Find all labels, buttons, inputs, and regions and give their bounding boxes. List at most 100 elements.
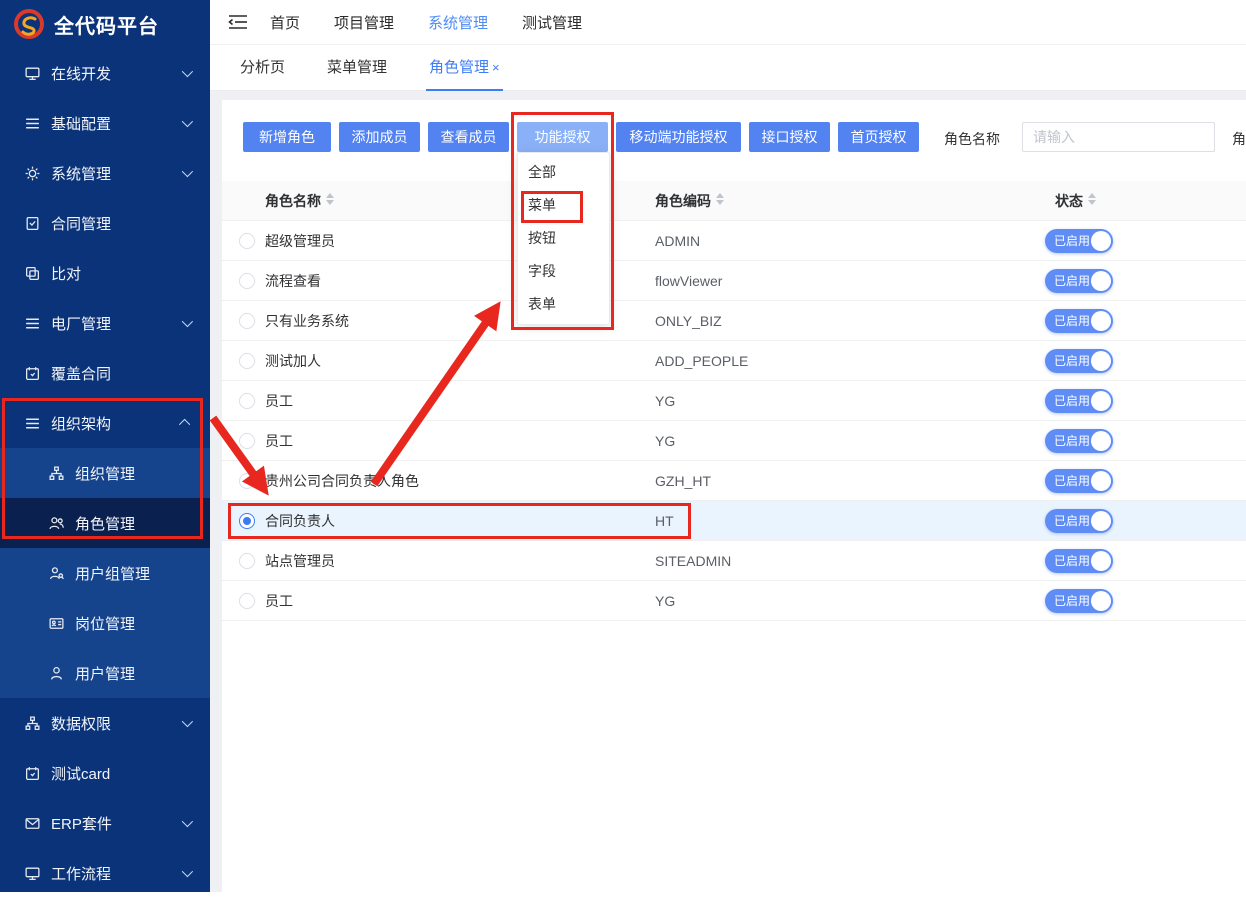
sidebar-item-label: 工作流程 (51, 863, 111, 884)
nav-item-project-mgmt[interactable]: 项目管理 (334, 12, 394, 33)
sidebar-item-org-structure[interactable]: 组织架构 (0, 398, 210, 448)
table-row[interactable]: 流程查看 flowViewer 已启用 (222, 261, 1246, 301)
sidebar-item-label: 在线开发 (51, 63, 111, 84)
sidebar: 全代码平台 在线开发 基础配置 系统管理 合同管理 比对 电厂管理 覆盖合同 组… (0, 0, 210, 892)
calendar-icon (24, 765, 41, 782)
column-header-role-name[interactable]: 角色名称 (265, 181, 334, 221)
role-name-cell: 员工 (265, 581, 293, 621)
sidebar-item-post-mgmt[interactable]: 岗位管理 (0, 598, 210, 648)
dropdown-item-button[interactable]: 按钮 (518, 222, 609, 255)
table-row[interactable]: 员工 YG 已启用 (222, 421, 1246, 461)
sidebar-item-data-permission[interactable]: 数据权限 (0, 698, 210, 748)
add-role-button[interactable]: 新增角色 (243, 122, 331, 152)
chevron-down-icon (182, 166, 193, 177)
row-radio[interactable] (239, 273, 255, 289)
sidebar-item-workflow[interactable]: 工作流程 (0, 848, 210, 898)
function-auth-button[interactable]: 功能授权 (517, 122, 608, 152)
status-toggle[interactable]: 已启用 (1045, 589, 1113, 613)
view-members-button[interactable]: 查看成员 (428, 122, 509, 152)
user-icon (48, 665, 65, 682)
chevron-down-icon (182, 866, 193, 877)
list-icon (24, 415, 41, 432)
sidebar-item-user-group-mgmt[interactable]: 用户组管理 (0, 548, 210, 598)
calendar-icon (24, 365, 41, 382)
role-code-cell: SITEADMIN (655, 541, 731, 581)
sidebar-item-basic-config[interactable]: 基础配置 (0, 98, 210, 148)
close-tab-icon[interactable]: × (492, 60, 500, 75)
sidebar-item-role-mgmt[interactable]: 角色管理 (0, 498, 210, 548)
tab-analysis[interactable]: 分析页 (237, 45, 288, 91)
row-radio[interactable] (239, 473, 255, 489)
nav-item-system-mgmt[interactable]: 系统管理 (428, 12, 488, 33)
status-toggle[interactable]: 已启用 (1045, 269, 1113, 293)
row-radio[interactable] (239, 313, 255, 329)
sidebar-item-user-mgmt[interactable]: 用户管理 (0, 648, 210, 698)
chevron-up-icon (179, 419, 190, 430)
id-card-icon (48, 615, 65, 632)
row-radio[interactable] (239, 433, 255, 449)
add-member-button[interactable]: 添加成员 (339, 122, 420, 152)
table-row[interactable]: 贵州公司合同负责人角色 GZH_HT 已启用 (222, 461, 1246, 501)
table-row-selected[interactable]: 合同负责人 HT 已启用 (222, 501, 1246, 541)
sort-icon[interactable] (716, 193, 724, 205)
table-row[interactable]: 员工 YG 已启用 (222, 581, 1246, 621)
monitor-icon (24, 65, 41, 82)
status-toggle[interactable]: 已启用 (1045, 349, 1113, 373)
sidebar-item-power-plant-mgmt[interactable]: 电厂管理 (0, 298, 210, 348)
top-header: 首页 项目管理 系统管理 测试管理 (210, 0, 1246, 45)
sidebar-item-test-card[interactable]: 测试card (0, 748, 210, 798)
sort-icon[interactable] (1088, 193, 1096, 205)
sidebar-item-coverage-contract[interactable]: 覆盖合同 (0, 348, 210, 398)
status-toggle[interactable]: 已启用 (1045, 549, 1113, 573)
row-radio[interactable] (239, 233, 255, 249)
column-header-role-code[interactable]: 角色编码 (655, 181, 724, 221)
row-radio[interactable] (239, 593, 255, 609)
tab-menu-mgmt[interactable]: 菜单管理 (324, 45, 390, 91)
status-toggle[interactable]: 已启用 (1045, 229, 1113, 253)
nav-item-test-mgmt[interactable]: 测试管理 (522, 12, 582, 33)
table-row[interactable]: 站点管理员 SITEADMIN 已启用 (222, 541, 1246, 581)
mail-icon (24, 815, 41, 832)
dropdown-item-form[interactable]: 表单 (518, 288, 609, 321)
row-radio[interactable] (239, 393, 255, 409)
sidebar-item-contract-mgmt[interactable]: 合同管理 (0, 198, 210, 248)
status-toggle[interactable]: 已启用 (1045, 509, 1113, 533)
table-row[interactable]: 超级管理员 ADMIN 已启用 (222, 221, 1246, 261)
tab-role-mgmt[interactable]: 角色管理× (426, 45, 503, 91)
dropdown-item-field[interactable]: 字段 (518, 255, 609, 288)
row-radio[interactable] (239, 353, 255, 369)
collapse-sidebar-icon[interactable] (228, 14, 248, 30)
status-toggle[interactable]: 已启用 (1045, 309, 1113, 333)
row-radio[interactable] (239, 553, 255, 569)
table-row[interactable]: 只有业务系统 ONLY_BIZ 已启用 (222, 301, 1246, 341)
api-auth-button[interactable]: 接口授权 (749, 122, 830, 152)
page-tabbar: 分析页 菜单管理 角色管理× (210, 45, 1246, 91)
org-chart-icon (48, 465, 65, 482)
sidebar-item-erp-suite[interactable]: ERP套件 (0, 798, 210, 848)
status-toggle[interactable]: 已启用 (1045, 389, 1113, 413)
sort-icon[interactable] (326, 193, 334, 205)
sidebar-item-label: 比对 (51, 263, 81, 284)
row-radio-checked[interactable] (239, 513, 255, 529)
table-row[interactable]: 测试加人 ADD_PEOPLE 已启用 (222, 341, 1246, 381)
role-name-input[interactable] (1022, 122, 1215, 152)
sidebar-item-compare[interactable]: 比对 (0, 248, 210, 298)
role-code-cell: ADMIN (655, 221, 700, 261)
status-toggle[interactable]: 已启用 (1045, 469, 1113, 493)
sidebar-item-label: 覆盖合同 (51, 363, 111, 384)
column-header-status[interactable]: 状态 (1055, 181, 1096, 221)
sidebar-item-org-mgmt[interactable]: 组织管理 (0, 448, 210, 498)
homepage-auth-button[interactable]: 首页授权 (838, 122, 919, 152)
role-code-cell: flowViewer (655, 261, 722, 301)
status-toggle[interactable]: 已启用 (1045, 429, 1113, 453)
dropdown-item-all[interactable]: 全部 (518, 156, 609, 189)
role-icon (48, 515, 65, 532)
mobile-function-auth-button[interactable]: 移动端功能授权 (616, 122, 741, 152)
sidebar-item-system-mgmt[interactable]: 系统管理 (0, 148, 210, 198)
table-row[interactable]: 员工 YG 已启用 (222, 381, 1246, 421)
nav-item-home[interactable]: 首页 (270, 12, 300, 33)
role-code-cell: GZH_HT (655, 461, 711, 501)
app-logo-icon (14, 9, 44, 39)
dropdown-item-menu[interactable]: 菜单 (518, 189, 609, 222)
sidebar-item-online-dev[interactable]: 在线开发 (0, 48, 210, 98)
